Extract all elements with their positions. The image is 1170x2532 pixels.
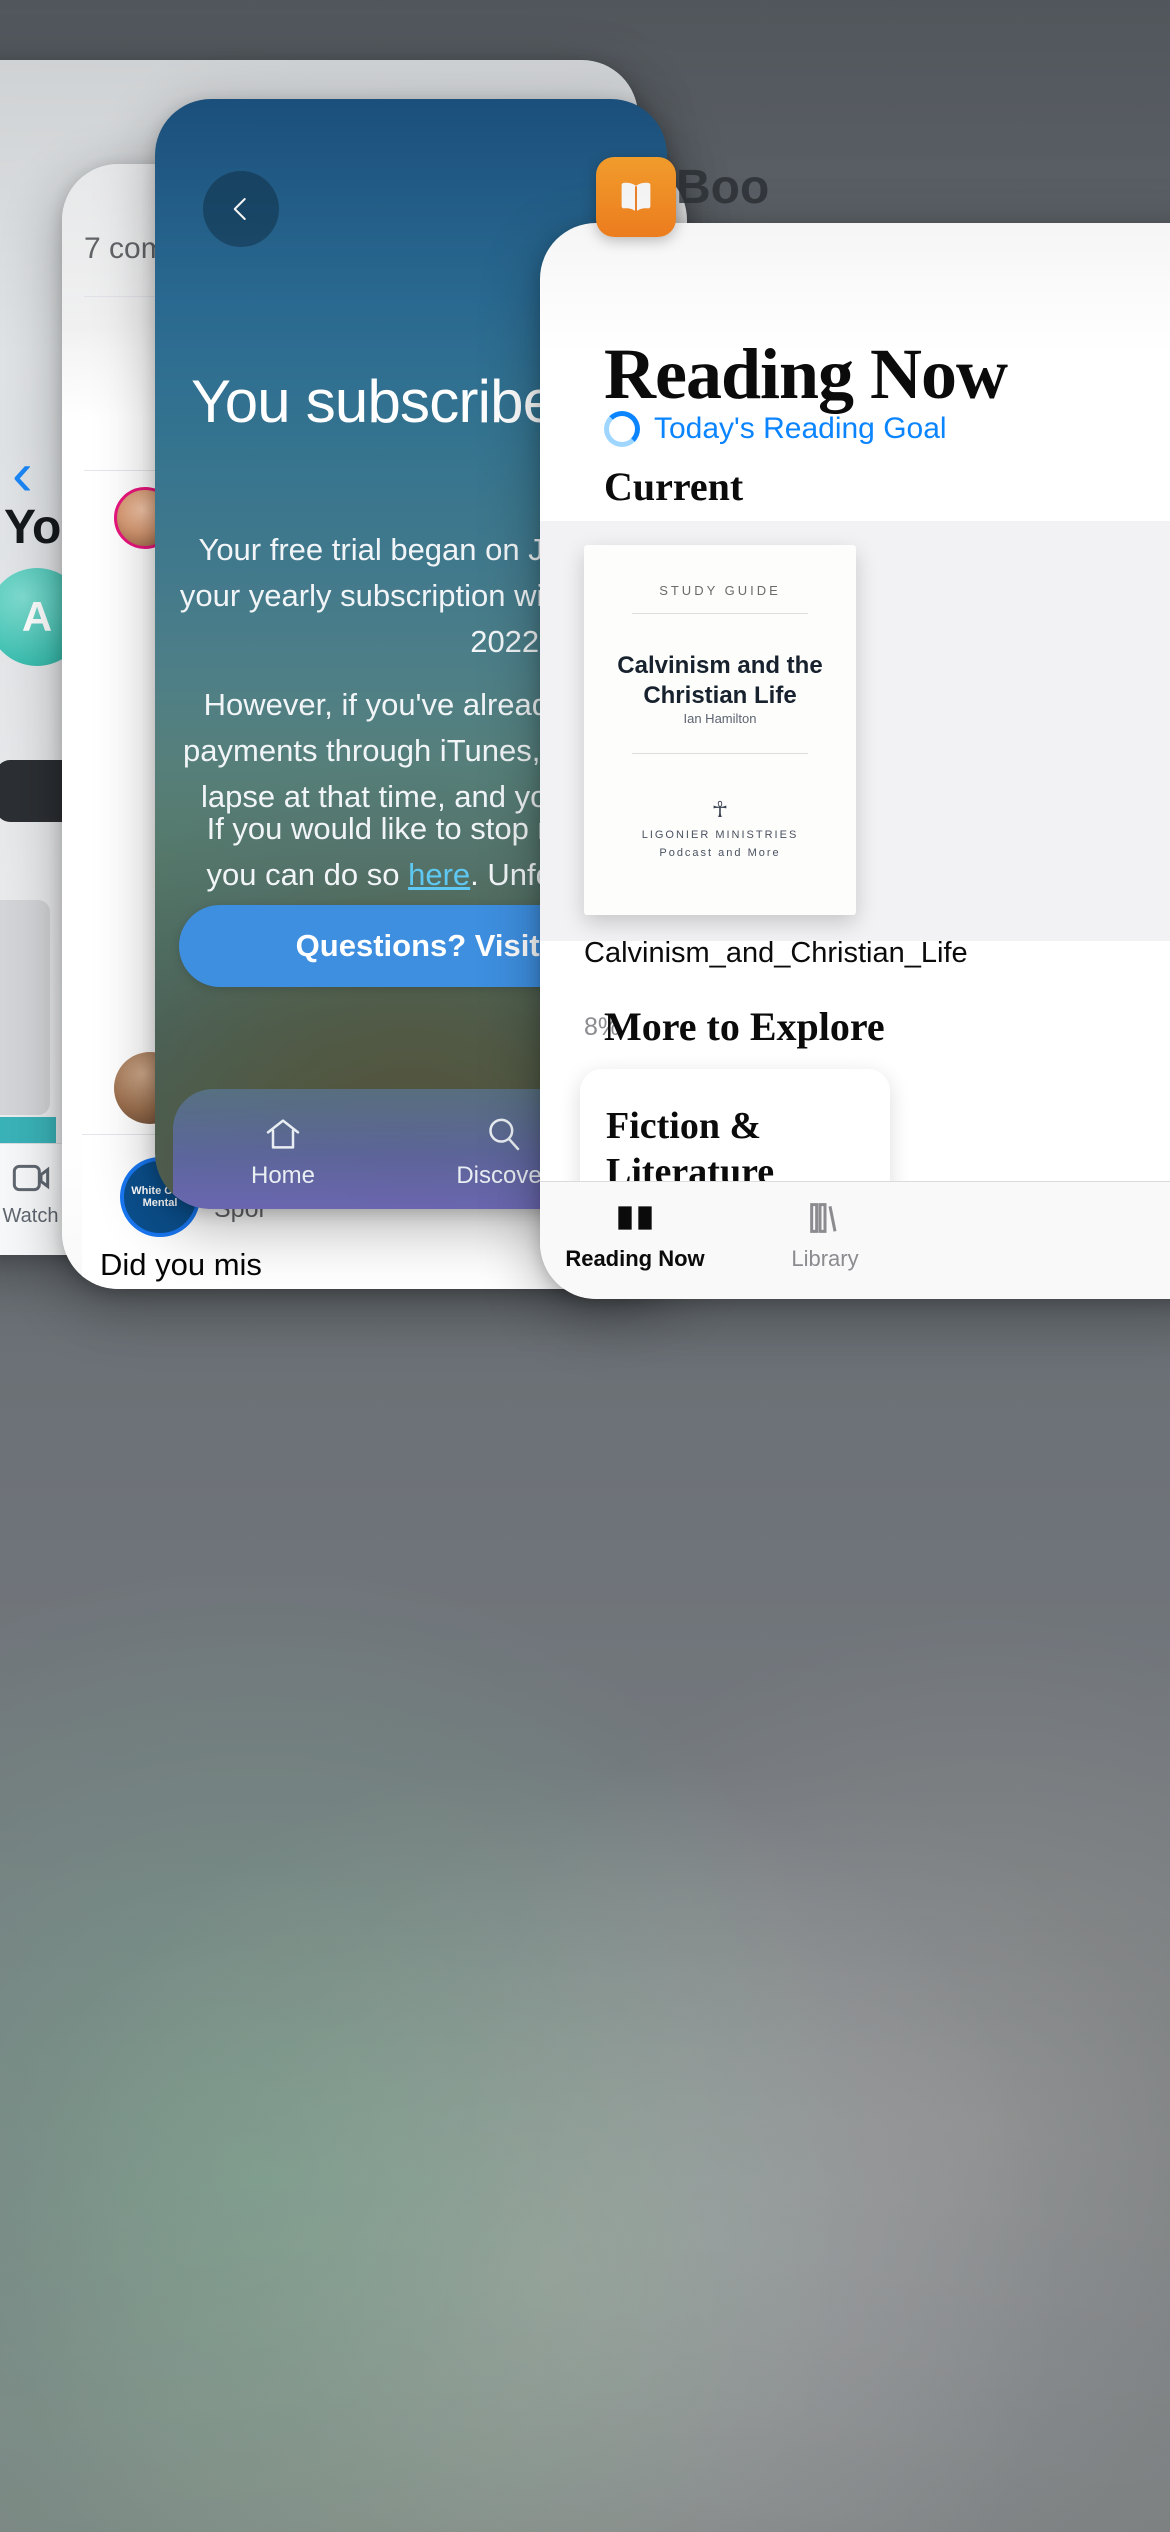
publisher-name: LIGONIER MINISTRIES [641,828,799,841]
tab-label: Home [250,1162,316,1189]
book-cover[interactable]: STUDY GUIDE Calvinism and the Christian … [584,545,856,915]
cover-title: Calvinism and the Christian Life [617,652,823,709]
app-switcher-screen: ‹ You A News Feed Watch [0,0,1170,2532]
cover-kicker: STUDY GUIDE [659,583,781,598]
cover-publisher: LIGONIER MINISTRIES Podcast and More [584,826,856,863]
divider [632,613,808,614]
books-icon [618,1206,652,1230]
tab-reading-now[interactable]: Reading Now [540,1198,730,1272]
back-button[interactable] [203,171,279,247]
tab-label: Discover [456,1162,550,1189]
tab-library[interactable]: Library [730,1198,920,1272]
tab-label: Watch [2,1205,59,1227]
image-placeholder [0,900,50,1115]
publisher-sub: Podcast and More [659,847,781,860]
progress-ring-icon [604,411,640,447]
tab-home[interactable]: Home [173,1114,393,1190]
cover-author: Ian Hamilton [683,711,757,726]
back-chevron-icon[interactable]: ‹ [12,444,33,506]
library-icon [810,1203,837,1233]
divider [632,753,808,754]
publisher-mark-icon: ☥ [711,797,729,822]
chevron-left-icon [233,198,246,220]
here-link[interactable]: here [408,857,470,892]
tab-label: Reading Now [565,1246,705,1271]
search-icon [489,1118,520,1151]
see-more-link[interactable]: ... See More [100,1287,269,1289]
page-post-text: Did you mis [100,1247,262,1282]
reading-goal-row[interactable]: Today's Reading Goal [604,411,947,447]
books-app-icon[interactable] [596,157,676,237]
teal-banner [0,1117,56,1143]
app-card-books[interactable]: Reading Now Today's Reading Goal Current… [540,223,1170,1299]
reading-goal-label: Today's Reading Goal [654,412,947,445]
books-tab-bar: Reading Now Library [540,1181,1170,1299]
book-icon [621,182,651,212]
books-header-word: Boo [676,161,770,214]
home-icon [266,1119,300,1149]
section-title-more-to-explore: More to Explore [604,1004,885,1049]
section-title-current: Current [604,464,744,509]
video-icon [12,1164,49,1192]
tab-label: Library [791,1246,859,1271]
book-filename: Calvinism_and_Christian_Life [584,937,968,969]
page-title: Reading Now [604,334,1008,414]
